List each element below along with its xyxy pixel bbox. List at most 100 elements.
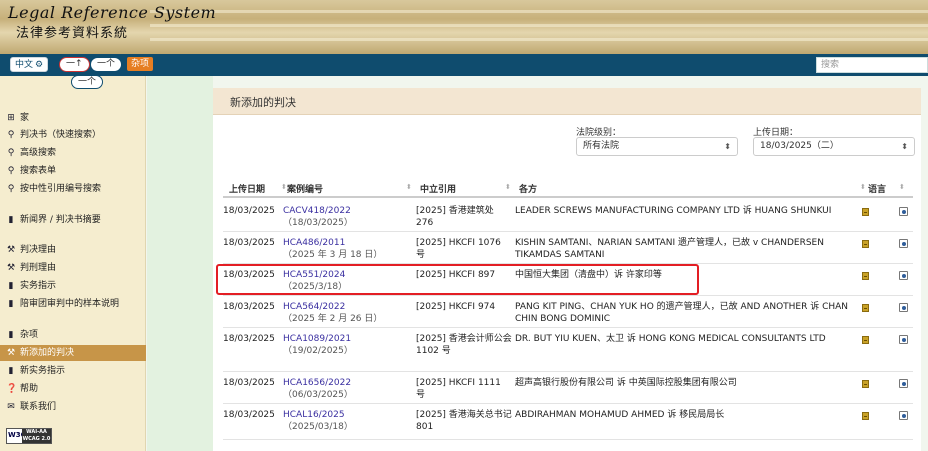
sidebar-item-label: 联系我们 (20, 402, 57, 412)
sort-icon[interactable]: ⬍ (505, 183, 511, 191)
parties: DR. BUT YIU KUEN、太卫 诉 HONG KONG MEDICAL … (515, 334, 826, 344)
sidebar-item-sentencing-reasons[interactable]: ⚒ 判刑理由 (0, 260, 146, 276)
content-gutter (147, 76, 213, 451)
sidebar: ⊞ 家 ⚲ 判决书（快速搜索） ⚲ 高级搜索 ⚲ 搜索表单 ⚲ 按中性引用编号搜索 ▮ 新闻… (0, 76, 146, 451)
search-icon: ⚲ (7, 166, 15, 176)
sort-icon[interactable]: ⬍ (860, 183, 866, 191)
sidebar-item-home[interactable]: ⊞ 家 (0, 110, 146, 126)
case-link[interactable]: HCA1089/2021 (283, 334, 351, 344)
document-icon[interactable] (862, 412, 869, 420)
case-link[interactable]: CACV418/2022 (283, 206, 351, 216)
citation: [2025] HKCFI 974 (416, 302, 496, 312)
sidebar-item-citation-search[interactable]: ⚲ 按中性引用编号搜索 (0, 181, 146, 197)
table-row: 18/03/2025 HCAL16/2025 （2025/03/18） [2025… (223, 404, 913, 440)
search-input[interactable]: 搜索 (816, 57, 928, 73)
page-header: 新添加的判决 (213, 88, 921, 115)
grid-icon: ⊞ (7, 113, 15, 123)
wcag-badge[interactable]: W3C WAI-AA WCAG 2.0 (6, 428, 52, 444)
table-row: 18/03/2025 HCA564/2022 （2025 年 2 月 26 日） … (223, 296, 913, 328)
sidebar-item-label: 帮助 (20, 384, 39, 394)
table-row: 18/03/2025 CACV418/2022 （18/03/2025） [202… (223, 200, 913, 232)
column-header-date[interactable]: 上传日期 (229, 182, 265, 195)
sidebar-item-quick-search[interactable]: ⚲ 判决书（快速搜索） (0, 127, 146, 143)
pdf-icon[interactable] (899, 303, 908, 312)
case-link[interactable]: HCA564/2022 (283, 302, 345, 312)
sidebar-item-new-judgments[interactable]: ⚒ 新添加的判决 (0, 345, 146, 361)
hammer-icon: ⚒ (6, 245, 16, 255)
table-row: 18/03/2025 HCA1656/2022 （06/03/2025） [202… (223, 372, 913, 404)
sidebar-item-help[interactable]: ❓ 帮助 (0, 381, 146, 397)
sidebar-item-label: 新闻界 / 判决书摘要 (20, 215, 101, 225)
file-icon: ▮ (8, 366, 14, 376)
citation: [2025] 香港建筑处 276 (416, 206, 494, 228)
site-logo-title-zh[interactable]: 法律参考資料系統 (16, 22, 128, 41)
column-header-parties[interactable]: 各方 (519, 182, 537, 195)
parties: ABDIRAHMAN MOHAMUD AHMED 诉 移民局局长 (515, 410, 725, 420)
upload-date-select[interactable]: 18/03/2025（二） ⬍ (753, 137, 915, 156)
sidebar-item-jury-specimen[interactable]: ▮ 陪审团审判中的样本说明 (0, 296, 146, 312)
file-icon: ▮ (8, 215, 14, 225)
sidebar-item-advanced-search[interactable]: ⚲ 高级搜索 (0, 145, 146, 161)
document-icon[interactable] (862, 380, 869, 388)
case-number-cell: HCAL16/2025 （2025/03/18） (283, 409, 353, 433)
sidebar-item-contact[interactable]: ✉ 联系我们 (0, 399, 146, 415)
case-date: （18/03/2025） (283, 218, 353, 228)
document-icon[interactable] (862, 272, 869, 280)
document-icon[interactable] (862, 336, 869, 344)
font-size-button-1[interactable]: 一↑ (59, 57, 90, 72)
sidebar-item-search-form[interactable]: ⚲ 搜索表单 (0, 163, 146, 179)
pdf-icon[interactable] (899, 411, 908, 420)
language-switch-button[interactable]: 中文 ⚙ (10, 57, 49, 72)
parties: PANG KIT PING、CHAN YUK HO 的遗产管理人，已故 AND … (515, 302, 849, 324)
search-icon: ⚲ (7, 148, 15, 158)
language-label: 中文 (15, 60, 34, 70)
case-date: （2025/03/18） (283, 422, 353, 432)
gear-icon: ⚙ (35, 60, 44, 70)
case-link[interactable]: HCA1656/2022 (283, 378, 351, 388)
sidebar-item-judgment-reasons[interactable]: ⚒ 判决理由 (0, 242, 146, 258)
sidebar-item-label: 高级搜索 (20, 148, 57, 158)
case-date: （06/03/2025） (283, 390, 353, 400)
table-row: 18/03/2025 HCA1089/2021 （19/02/2025） [202… (223, 328, 913, 372)
case-link[interactable]: HCA486/2011 (283, 238, 345, 248)
citation: [2025] HKCFI 1076 号 (416, 238, 501, 260)
case-date: （19/02/2025） (283, 346, 353, 356)
sidebar-item-press-summaries[interactable]: ▮ 新闻界 / 判决书摘要 (0, 212, 146, 228)
document-icon[interactable] (862, 240, 869, 248)
font-size-button-2[interactable]: 一个 (90, 57, 123, 72)
font-size-button-3[interactable]: 一个 (71, 75, 104, 89)
sort-icon[interactable]: ⬍ (899, 183, 905, 191)
case-link[interactable]: HCAL16/2025 (283, 410, 345, 420)
sidebar-item-new-practice-directions[interactable]: ▮ 新实务指示 (0, 363, 146, 379)
sidebar-item-label: 家 (20, 113, 30, 123)
sidebar-item-label: 新实务指示 (20, 366, 66, 376)
document-icon[interactable] (862, 208, 869, 216)
file-icon: ▮ (8, 281, 14, 291)
citation: [2025] 香港会计师公会 1102 号 (416, 334, 512, 356)
chevron-updown-icon: ⬍ (724, 142, 731, 151)
misc-button[interactable]: 杂项 (127, 57, 154, 71)
sort-icon[interactable]: ⬍ (406, 183, 412, 191)
parties: 超声高银行股份有限公司 诉 中英国际控股集团有限公司 (515, 378, 737, 388)
case-number-cell: HCA1656/2022 （06/03/2025） (283, 377, 353, 401)
site-logo-title-en[interactable]: Legal Reference System (8, 3, 216, 22)
mail-icon: ✉ (7, 402, 15, 412)
sidebar-item-practice-directions[interactable]: ▮ 实务指示 (0, 278, 146, 294)
sort-icon[interactable]: ⬍ (281, 183, 287, 191)
column-header-case-no[interactable]: 案例编号 (287, 182, 323, 195)
sidebar-item-label: 实务指示 (20, 281, 57, 291)
pdf-icon[interactable] (899, 207, 908, 216)
case-number-cell: HCA564/2022 （2025 年 2 月 26 日） (283, 301, 382, 325)
document-icon[interactable] (862, 304, 869, 312)
column-header-language[interactable]: 语言 (868, 182, 886, 195)
pdf-icon[interactable] (899, 335, 908, 344)
court-level-select[interactable]: 所有法院 ⬍ (576, 137, 738, 156)
pdf-icon[interactable] (899, 379, 908, 388)
sidebar-item-misc[interactable]: ▮ 杂项 (0, 327, 146, 343)
pdf-icon[interactable] (899, 271, 908, 280)
column-header-citation[interactable]: 中立引用 (420, 182, 456, 195)
search-icon: ⚲ (7, 130, 15, 140)
citation: [2025] 香港海关总书记 801 (416, 410, 512, 432)
hammer-icon: ⚒ (6, 348, 16, 358)
pdf-icon[interactable] (899, 239, 908, 248)
